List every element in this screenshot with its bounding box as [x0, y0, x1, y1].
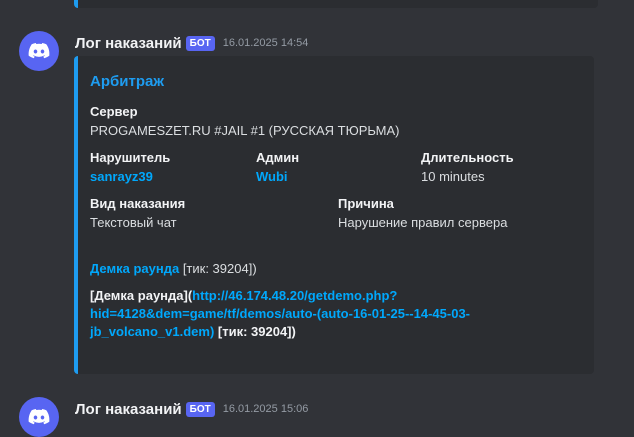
username-2[interactable]: Лог наказаний — [75, 401, 182, 418]
message-header: Лог наказаний БОТ 16.01.2025 14:54 — [75, 33, 308, 53]
demo-link[interactable]: Демка раунда — [90, 261, 179, 276]
field-reason-name: Причина — [338, 196, 394, 211]
field-reason-value: Нарушение правил сервера — [338, 215, 508, 230]
field-violator-link[interactable]: sanrayz39 — [90, 169, 153, 184]
bot-badge: БОТ — [185, 35, 215, 51]
timestamp[interactable]: 16.01.2025 14:54 — [223, 37, 309, 49]
field-violator-name: Нарушитель — [90, 150, 171, 165]
timestamp-2[interactable]: 16.01.2025 15:06 — [223, 403, 309, 415]
embed-title: Арбитраж — [90, 73, 164, 90]
field-server-name: Сервер — [90, 104, 138, 119]
field-admin-link[interactable]: Wubi — [256, 169, 288, 184]
message-header-2: Лог наказаний БОТ 16.01.2025 15:06 — [75, 399, 308, 419]
demo-markdown: [Демка раунда](http://46.174.48.20/getde… — [90, 287, 510, 341]
field-punishment-value: Текстовый чат — [90, 215, 177, 230]
demo-line: Демка раунда [тик: 39204]) — [90, 261, 257, 276]
bot-badge-2: БОТ — [185, 401, 215, 417]
embed: Арбитраж Сервер PROGAMESZET.RU #JAIL #1 … — [74, 56, 594, 374]
demo-md-close: [тик: 39204]) — [214, 324, 296, 339]
field-server-value: PROGAMESZET.RU #JAIL #1 (РУССКАЯ ТЮРЬМА) — [90, 123, 400, 138]
field-duration-value: 10 minutes — [421, 169, 485, 184]
bot-avatar-2[interactable] — [19, 397, 59, 437]
demo-md-open: [Демка раунда]( — [90, 288, 193, 303]
field-admin-name: Админ — [256, 150, 300, 165]
discord-logo-icon — [28, 43, 50, 59]
discord-logo-icon — [28, 409, 50, 425]
username[interactable]: Лог наказаний — [75, 35, 182, 52]
demo-tick: [тик: 39204]) — [182, 261, 257, 276]
field-punishment-name: Вид наказания — [90, 196, 186, 211]
bot-avatar[interactable] — [19, 31, 59, 71]
previous-embed — [74, 0, 598, 8]
field-duration-name: Длительность — [421, 150, 514, 165]
